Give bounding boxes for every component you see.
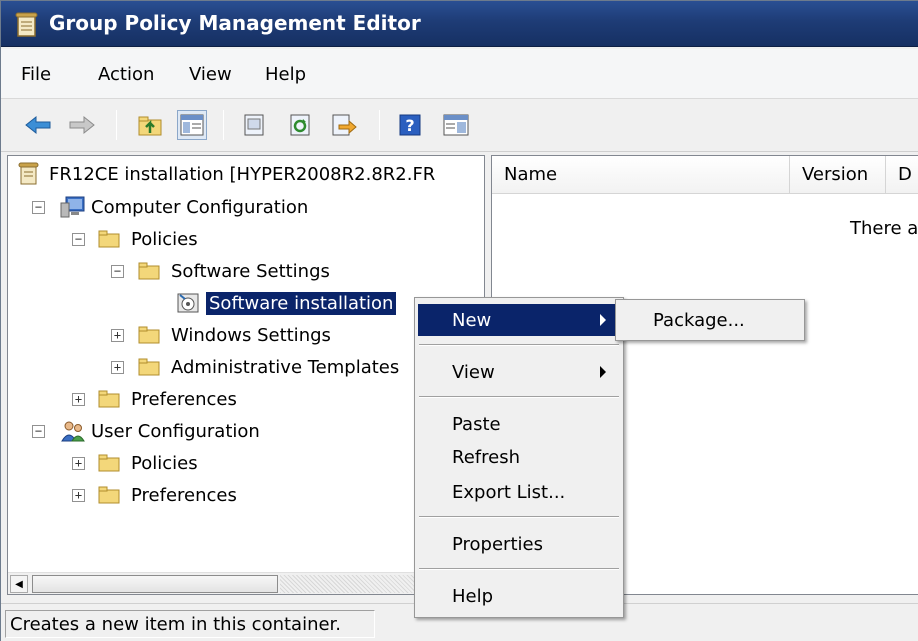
- column-header-version[interactable]: Version: [790, 156, 886, 194]
- folder-icon: [98, 454, 120, 472]
- menu-item-paste[interactable]: Paste: [418, 408, 620, 440]
- tree-label: Administrative Templates: [171, 356, 400, 378]
- policy-scroll-icon: [18, 162, 39, 185]
- menu-file[interactable]: File: [21, 64, 51, 85]
- forward-arrow-icon[interactable]: [67, 110, 97, 140]
- toolbar: ?: [1, 100, 918, 152]
- collapse-toggle-icon[interactable]: −: [32, 201, 45, 214]
- menu-item-package[interactable]: Package...: [619, 303, 801, 337]
- tree-preferences[interactable]: Preferences: [98, 384, 240, 414]
- tree-user-preferences[interactable]: Preferences: [98, 480, 240, 510]
- menu-bar: File Action View Help: [1, 49, 918, 99]
- tree-label: Computer Configuration: [91, 196, 309, 218]
- back-arrow-icon[interactable]: [23, 110, 53, 140]
- status-text: Creates a new item in this container.: [5, 610, 375, 638]
- menu-item-export-list[interactable]: Export List...: [418, 476, 620, 508]
- tree-root-label: FR12CE installation [HYPER2008R2.8R2.FR: [49, 163, 436, 185]
- help-icon[interactable]: ?: [395, 110, 425, 140]
- up-folder-icon[interactable]: [135, 110, 165, 140]
- tree-label-selected: Software installation: [206, 291, 397, 315]
- export-list-icon[interactable]: [329, 110, 359, 140]
- users-icon: [61, 421, 85, 442]
- collapse-toggle-icon[interactable]: −: [111, 265, 124, 278]
- computer-icon: [60, 196, 85, 218]
- title-bar: Group Policy Management Editor: [1, 1, 918, 47]
- submenu-arrow-icon: [600, 366, 606, 378]
- menu-separator: [419, 568, 619, 570]
- menu-item-label: New: [452, 310, 492, 331]
- tree-computer-configuration[interactable]: Computer Configuration: [60, 192, 311, 222]
- expand-toggle-icon[interactable]: +: [72, 457, 85, 470]
- new-submenu: Package...: [615, 299, 805, 341]
- tree-label: Preferences: [131, 388, 237, 410]
- refresh-icon[interactable]: [285, 110, 315, 140]
- toolbar-separator: [223, 110, 224, 140]
- menu-view[interactable]: View: [189, 64, 232, 85]
- tree-label: User Configuration: [91, 420, 260, 442]
- svg-text:?: ?: [405, 116, 414, 135]
- tree-windows-settings[interactable]: Windows Settings: [138, 320, 334, 350]
- toolbar-separator: [379, 110, 380, 140]
- collapse-toggle-icon[interactable]: −: [32, 425, 45, 438]
- folder-icon: [138, 358, 160, 376]
- expand-toggle-icon[interactable]: +: [111, 361, 124, 374]
- tree-label: Preferences: [131, 484, 237, 506]
- tree-software-settings[interactable]: Software Settings: [138, 256, 333, 286]
- menu-item-new[interactable]: New: [418, 304, 620, 336]
- menu-item-refresh[interactable]: Refresh: [418, 441, 620, 473]
- menu-separator: [419, 396, 619, 398]
- tree-policies[interactable]: Policies: [98, 224, 201, 254]
- column-header-name[interactable]: Name: [492, 156, 790, 194]
- scroll-left-icon[interactable]: ◀: [10, 575, 28, 593]
- window-title: Group Policy Management Editor: [49, 11, 421, 35]
- scroll-thumb[interactable]: [32, 575, 278, 593]
- menu-item-properties[interactable]: Properties: [418, 528, 620, 560]
- tree-user-policies[interactable]: Policies: [98, 448, 201, 478]
- menu-separator: [419, 344, 619, 346]
- tree-administrative-templates[interactable]: Administrative Templates: [138, 352, 402, 382]
- folder-icon: [138, 326, 160, 344]
- main-window: Group Policy Management Editor File Acti…: [0, 0, 918, 641]
- context-menu: New View Paste Refresh Export List... Pr…: [414, 297, 624, 618]
- expand-toggle-icon[interactable]: +: [72, 393, 85, 406]
- expand-toggle-icon[interactable]: +: [111, 329, 124, 342]
- menu-item-help[interactable]: Help: [418, 580, 620, 612]
- properties-icon[interactable]: [239, 110, 269, 140]
- tree-label: Software Settings: [171, 260, 330, 282]
- menu-separator: [419, 516, 619, 518]
- menu-action[interactable]: Action: [98, 64, 154, 85]
- folder-icon: [138, 262, 160, 280]
- folder-icon: [98, 230, 120, 248]
- collapse-toggle-icon[interactable]: −: [72, 233, 85, 246]
- menu-help[interactable]: Help: [265, 64, 306, 85]
- horizontal-scrollbar[interactable]: ◀: [8, 572, 484, 594]
- submenu-arrow-icon: [600, 314, 606, 326]
- folder-icon: [98, 486, 120, 504]
- menu-item-view[interactable]: View: [418, 356, 620, 388]
- toolbar-separator: [116, 110, 117, 140]
- policy-editor-icon: [15, 12, 38, 37]
- tree-label: Policies: [131, 452, 198, 474]
- tree-root[interactable]: FR12CE installation [HYPER2008R2.8R2.FR: [18, 159, 438, 189]
- show-hide-tree-icon[interactable]: [177, 110, 207, 140]
- folder-icon: [98, 390, 120, 408]
- empty-list-message: There a: [850, 218, 918, 239]
- tree-software-installation[interactable]: Software installation: [176, 288, 397, 318]
- expand-toggle-icon[interactable]: +: [72, 489, 85, 502]
- tree-label: Windows Settings: [171, 324, 331, 346]
- tree-user-configuration[interactable]: User Configuration: [60, 416, 263, 446]
- menu-item-label: View: [452, 362, 495, 383]
- console-tree-icon[interactable]: [441, 110, 471, 140]
- tree-label: Policies: [131, 228, 198, 250]
- software-installation-icon: [177, 293, 199, 313]
- column-header-deployment[interactable]: D: [886, 156, 918, 194]
